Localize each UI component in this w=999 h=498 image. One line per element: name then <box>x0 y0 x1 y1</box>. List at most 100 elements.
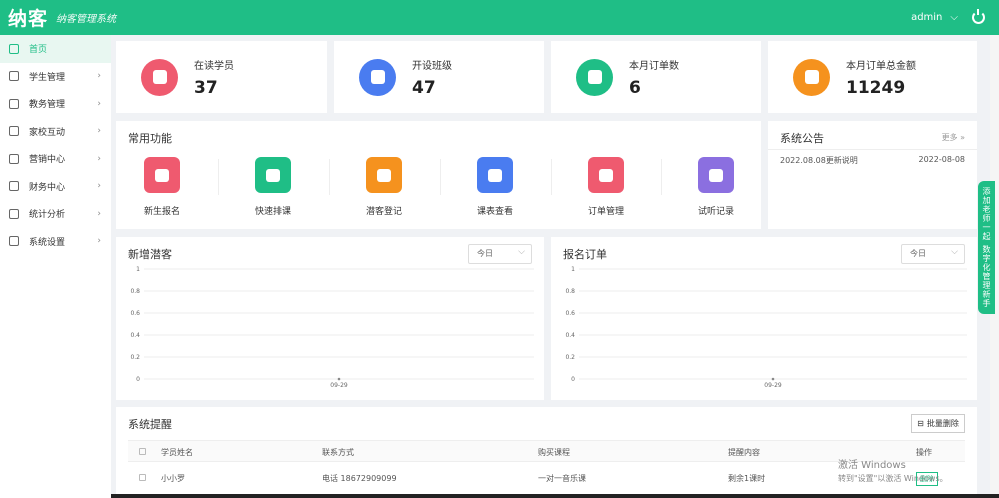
col-content: 提醒内容 <box>728 448 760 457</box>
logo: 纳客 <box>8 8 49 30</box>
sidebar-item-label: 教务管理 <box>29 100 66 111</box>
notice-item[interactable]: 2022.08.08更新说明 2022-08-08 <box>780 155 965 166</box>
chevron-right-icon: › <box>97 153 101 164</box>
float-tab-text: 添加老师一起 <box>982 187 991 241</box>
function-shortcut[interactable]: 课表查看 <box>460 157 530 217</box>
stat-label: 本月订单数 <box>629 60 679 72</box>
cell-phone: 电话 18672909099 <box>322 474 397 483</box>
x-tick-label: 09-29 <box>330 382 348 389</box>
student-icon <box>9 71 19 82</box>
y-tick-label: 0.4 <box>130 332 140 339</box>
sidebar-item[interactable]: 教务管理 › <box>0 90 111 118</box>
y-tick-label: 0 <box>136 376 140 383</box>
notice-panel: 系统公告 更多 » 2022.08.08更新说明 2022-08-08 <box>768 121 977 229</box>
function-label: 潜客登记 <box>365 207 402 217</box>
document-icon <box>576 58 613 96</box>
function-shortcut[interactable]: 试听记录 <box>681 157 751 217</box>
function-shortcut[interactable]: 订单管理 <box>571 157 641 217</box>
chevron-right-icon: › <box>97 71 101 82</box>
y-tick-label: 0.2 <box>130 354 140 361</box>
sidebar-item[interactable]: 首页 <box>0 35 111 63</box>
function-label: 订单管理 <box>587 207 624 217</box>
stat-card: 开设班级 47 <box>334 41 544 113</box>
delete-icon: ⊟ <box>917 419 924 428</box>
open-book-icon[interactable] <box>698 157 734 193</box>
sidebar-item-label: 家校互动 <box>29 127 66 138</box>
more-link[interactable]: 更多 » <box>942 132 965 143</box>
select-all-checkbox[interactable] <box>139 448 146 455</box>
col-op: 操作 <box>916 448 932 457</box>
order-icon[interactable] <box>588 157 624 193</box>
wallet-icon <box>9 181 19 192</box>
stat-value: 6 <box>629 77 641 98</box>
row-checkbox[interactable] <box>139 474 146 481</box>
chart-icon <box>9 208 19 219</box>
function-label: 课表查看 <box>476 207 513 217</box>
sidebar-item-label: 系统设置 <box>29 237 66 248</box>
separator <box>328 159 330 195</box>
sidebar-item[interactable]: 营销中心 › <box>0 145 111 173</box>
stat-card: 本月订单数 6 <box>551 41 761 113</box>
top-bar: 纳客 纳客管理系统 admin ⌵ <box>0 0 999 35</box>
batch-delete-label: 批量删除 <box>926 419 959 428</box>
y-tick-label: 0.8 <box>565 288 575 295</box>
orders-line-chart: 0 0.2 0.4 0.6 0.8 1 09-29 <box>565 266 967 389</box>
float-tab-text-2: 数字化管理新手 <box>982 245 991 308</box>
separator <box>217 159 219 195</box>
remind-title: 系统提醒 <box>128 418 172 431</box>
sidebar-item[interactable]: 家校互动 › <box>0 118 111 146</box>
leads-line-chart: 0 0.2 0.4 0.6 0.8 1 09-29 <box>130 266 534 389</box>
function-label: 试听记录 <box>697 207 734 217</box>
chevron-down-icon[interactable]: ⌵ <box>950 12 958 23</box>
y-tick-label: 0.2 <box>565 354 575 361</box>
cell-name: 小小罗 <box>161 474 185 483</box>
book-icon <box>9 98 19 109</box>
sidebar-item-label: 营销中心 <box>29 155 66 166</box>
data-point <box>337 377 341 381</box>
gift-icon <box>9 153 19 164</box>
notice-text[interactable]: 2022.08.08更新说明 <box>780 155 858 166</box>
calendar-icon[interactable] <box>477 157 513 193</box>
power-icon[interactable] <box>972 9 985 24</box>
home-icon <box>9 43 19 54</box>
heart-user-icon[interactable] <box>366 157 402 193</box>
divider <box>768 149 977 150</box>
function-shortcut[interactable]: 潜客登记 <box>349 157 419 217</box>
calendar-check-icon[interactable] <box>255 157 291 193</box>
windows-watermark: 激活 Windows 转到"设置"以激活 Windows。 <box>838 459 948 485</box>
chevron-right-icon: › <box>97 181 101 192</box>
watermark-line2: 转到"设置"以激活 Windows。 <box>838 474 948 483</box>
sidebar-item[interactable]: 统计分析 › <box>0 200 111 228</box>
stat-value: 37 <box>194 77 218 98</box>
user-plus-icon[interactable] <box>144 157 180 193</box>
cell-course: 一对一音乐课 <box>538 474 586 483</box>
sidebar-item[interactable]: 系统设置 › <box>0 228 111 256</box>
stat-card: 本月订单总金额 11249 <box>768 41 977 113</box>
common-functions-panel: 常用功能 新生报名 快速排课 潜客登记 课表查看 订单管理 试听记录 <box>116 121 761 229</box>
money-bag-icon <box>793 58 830 96</box>
watermark-line1: 激活 Windows <box>838 460 906 471</box>
separator <box>439 159 441 195</box>
y-tick-label: 0.8 <box>130 288 140 295</box>
sidebar-item-label: 首页 <box>29 45 48 56</box>
stat-label: 开设班级 <box>412 60 452 72</box>
x-tick-label: 09-29 <box>764 382 782 389</box>
sidebar-item[interactable]: 学生管理 › <box>0 63 111 91</box>
y-tick-label: 0.6 <box>130 310 140 317</box>
chevron-right-icon: › <box>97 126 101 137</box>
panel-title: 常用功能 <box>128 132 172 145</box>
function-shortcut[interactable]: 快速排课 <box>238 157 308 217</box>
col-phone: 联系方式 <box>322 448 354 457</box>
user-name[interactable]: admin <box>911 12 942 23</box>
separator <box>661 159 662 195</box>
sidebar-item[interactable]: 财务中心 › <box>0 173 111 201</box>
separator <box>550 159 552 195</box>
y-tick-label: 0.4 <box>565 332 575 339</box>
batch-delete-button[interactable]: ⊟ 批量删除 <box>911 414 965 433</box>
stat-card: 在读学员 37 <box>116 41 327 113</box>
function-shortcut[interactable]: 新生报名 <box>127 157 197 217</box>
float-help-tab[interactable]: 添加老师一起 数字化管理新手 <box>978 181 995 314</box>
col-course: 购买课程 <box>538 448 570 457</box>
gear-icon <box>9 236 19 247</box>
stat-value: 47 <box>412 77 436 98</box>
